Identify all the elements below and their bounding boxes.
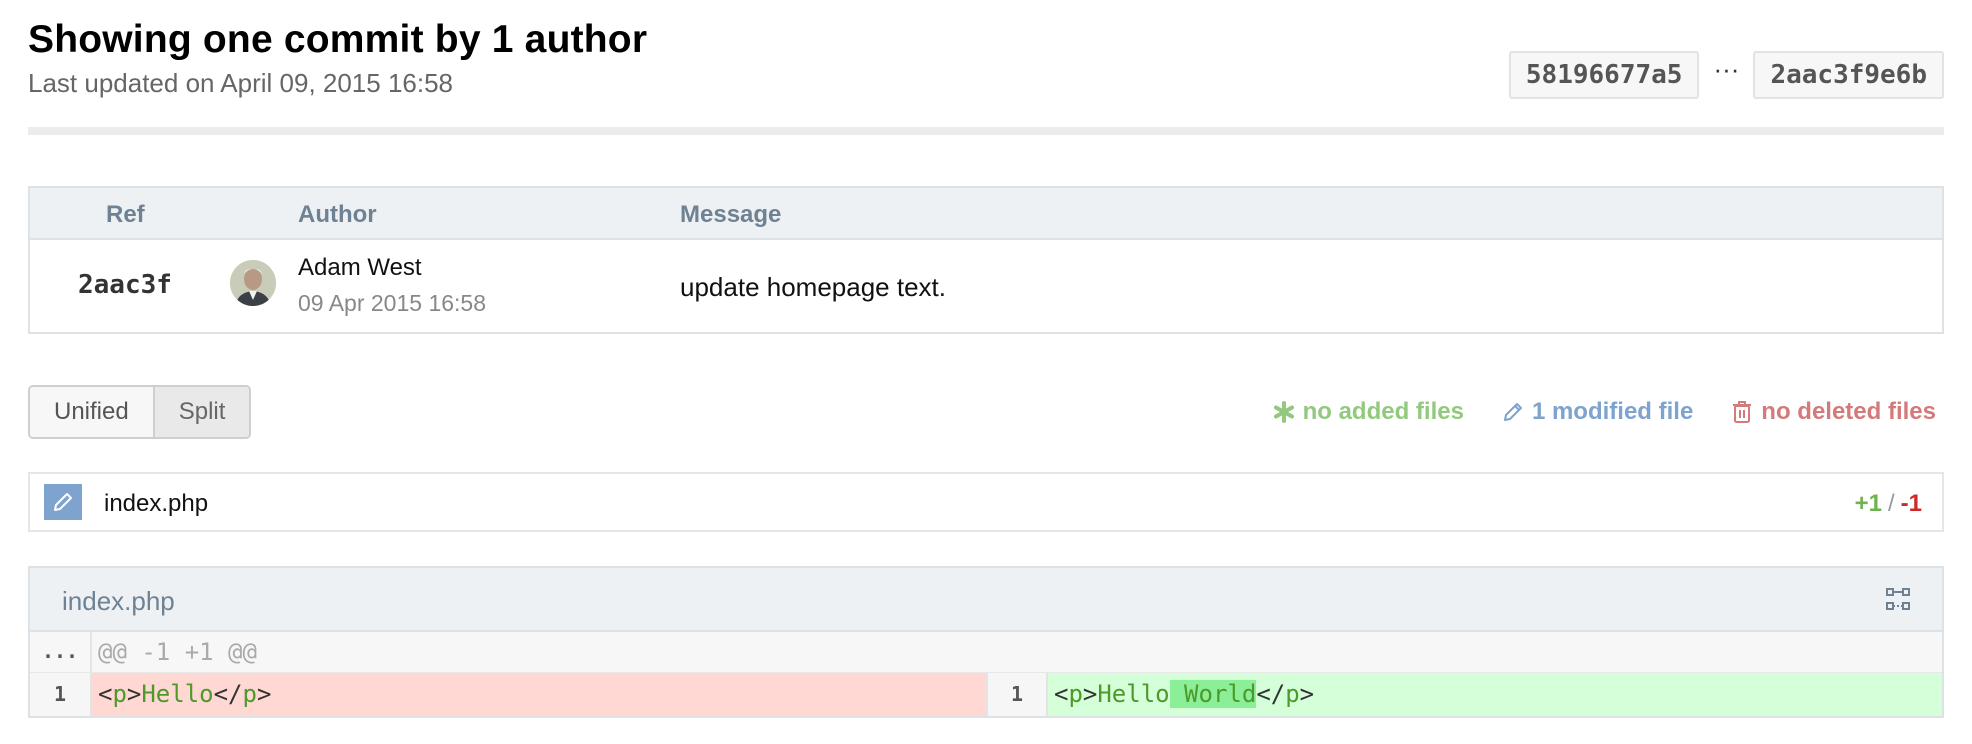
added-line: <p>Hello World</p> — [1048, 673, 1942, 716]
added-word-highlight: World — [1169, 680, 1257, 708]
deleted-line: <p>Hello</p> — [92, 673, 986, 716]
column-ref: Ref — [106, 201, 145, 228]
file-diff: index.php ... @@ -1 +1 @@ 1 <p>Hello</p>… — [28, 566, 1944, 718]
code-token: p — [1068, 680, 1083, 708]
table-row: 2aac3f Adam West 09 Apr 2015 16:58 updat… — [30, 240, 1942, 334]
diff-line-row: 1 <p>Hello</p> 1 <p>Hello World</p> — [30, 673, 1942, 716]
column-message: Message — [680, 201, 782, 228]
new-line-number[interactable]: 1 — [986, 673, 1048, 716]
avatar — [230, 260, 276, 306]
added-files-stat: no added files — [1273, 398, 1464, 426]
code-token: </ — [1256, 680, 1286, 708]
diff-file-name: index.php — [62, 586, 175, 616]
code-token: Hello — [1097, 680, 1170, 708]
header-divider — [28, 127, 1944, 135]
diff-header: index.php — [30, 568, 1942, 632]
modified-files-label: 1 modified file — [1531, 398, 1694, 425]
code-token: p — [112, 680, 127, 708]
compare-range: 58196677a5 ··· 2aac3f9e6b — [1508, 51, 1944, 99]
commit-ref-link[interactable]: 2aac3f — [78, 270, 172, 300]
code-token: > — [1082, 680, 1098, 708]
code-token: > — [256, 680, 272, 708]
code-token: p — [1285, 680, 1300, 708]
hunk-header-row: ... @@ -1 +1 @@ — [30, 632, 1942, 673]
file-name-link[interactable]: index.php — [104, 490, 208, 518]
count-separator: / — [1887, 490, 1895, 517]
code-token: Hello — [141, 680, 214, 708]
deletions-count: -1 — [1900, 490, 1922, 517]
expand-context-icon[interactable] — [1884, 586, 1912, 614]
from-sha-link[interactable]: 58196677a5 — [1508, 51, 1700, 99]
to-sha-link[interactable]: 2aac3f9e6b — [1753, 51, 1944, 99]
commits-table-header: Ref Author Message — [30, 188, 1942, 240]
code-token: > — [1299, 680, 1315, 708]
hunk-expand[interactable]: ... — [30, 632, 92, 672]
deleted-side: 1 <p>Hello</p> — [30, 673, 986, 716]
additions-count: +1 — [1854, 490, 1882, 517]
commit-message[interactable]: update homepage text. — [680, 272, 946, 303]
list-item[interactable]: index.php +1/-1 — [28, 472, 1944, 532]
added-side: 1 <p>Hello World</p> — [986, 673, 1942, 716]
column-author: Author — [298, 201, 377, 228]
code-token: < — [98, 680, 113, 708]
code-token: < — [1054, 680, 1069, 708]
code-token: p — [242, 680, 257, 708]
split-view-button[interactable]: Split — [152, 387, 250, 437]
modified-files-stat: 1 modified file — [1502, 398, 1693, 426]
range-separator: ··· — [1713, 54, 1740, 84]
code-token: > — [126, 680, 142, 708]
diff-view-toggle: Unified Split — [28, 385, 252, 439]
asterisk-icon — [1273, 401, 1294, 423]
author-name: Adam West — [298, 254, 422, 281]
commit-date: 09 Apr 2015 16:58 — [298, 290, 486, 316]
trash-icon — [1733, 401, 1752, 423]
pencil-icon — [1503, 403, 1522, 421]
hunk-header: @@ -1 +1 @@ — [98, 638, 257, 666]
code-token: </ — [213, 680, 243, 708]
file-stats: no added files 1 modified file no delete… — [1235, 398, 1936, 426]
page-header: Showing one commit by 1 author Last upda… — [28, 18, 647, 99]
old-line-number[interactable]: 1 — [30, 673, 92, 716]
file-line-counts: +1/-1 — [1855, 490, 1922, 518]
added-files-label: no added files — [1302, 398, 1464, 425]
commits-table: Ref Author Message 2aac3f Adam West 09 A… — [28, 186, 1944, 334]
deleted-files-label: no deleted files — [1761, 398, 1936, 425]
unified-view-button[interactable]: Unified — [30, 387, 153, 437]
pencil-icon — [44, 484, 82, 520]
last-updated: Last updated on April 09, 2015 16:58 — [28, 68, 454, 98]
page-title: Showing one commit by 1 author — [28, 18, 648, 61]
deleted-files-stat: no deleted files — [1731, 398, 1936, 426]
